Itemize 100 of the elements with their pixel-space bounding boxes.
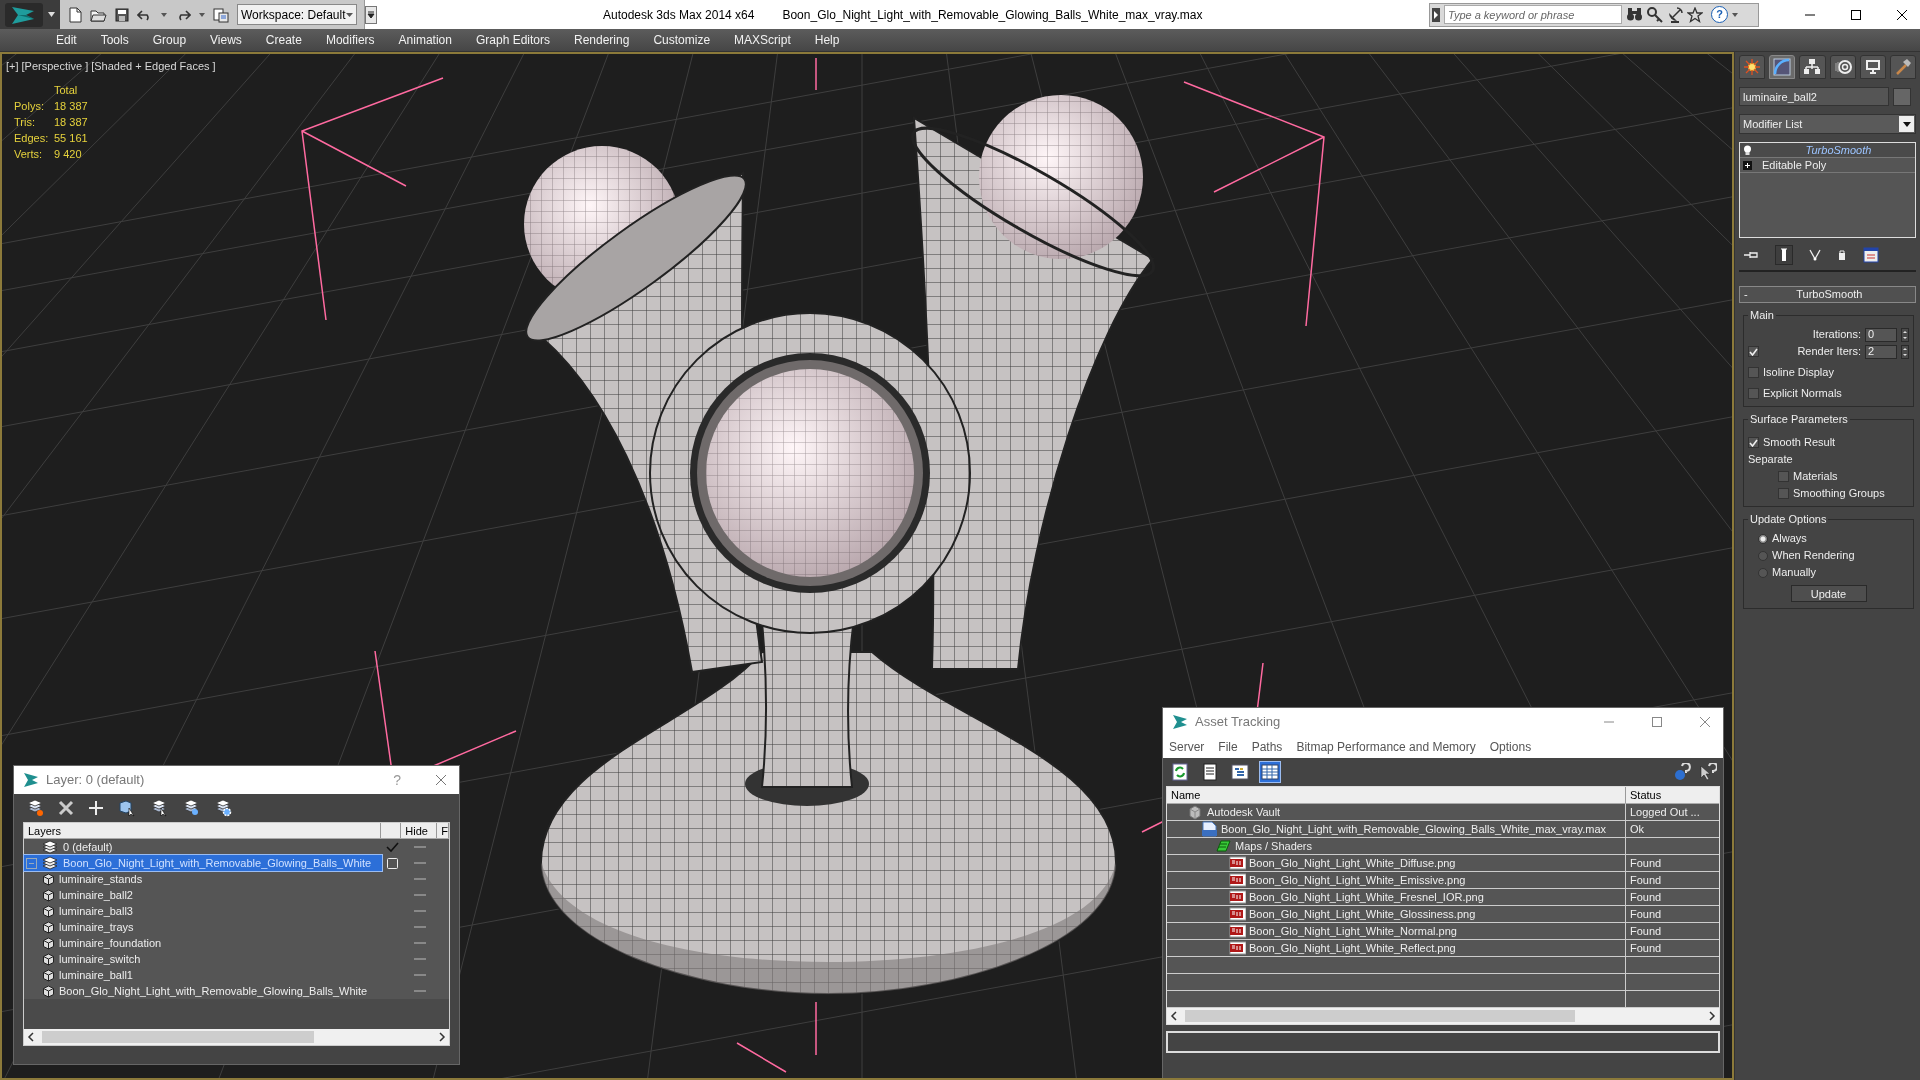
object-row[interactable]: luminaire_trays xyxy=(24,919,382,935)
checkbox[interactable] xyxy=(1778,488,1789,499)
column-header[interactable]: Hide xyxy=(401,823,438,838)
menu-item[interactable]: MAXScript xyxy=(722,31,803,49)
current-layer-box-icon[interactable] xyxy=(386,857,398,869)
checkbox[interactable] xyxy=(1748,437,1759,448)
spinner-arrows-icon[interactable] xyxy=(1901,327,1909,342)
make-unique-icon[interactable] xyxy=(1809,249,1821,261)
scroll-right-icon[interactable] xyxy=(439,1032,446,1042)
asset-name-cell[interactable]: Boon_Glo_Night_Light_White_Reflect.png xyxy=(1167,940,1626,956)
menu-item[interactable]: Animation xyxy=(386,31,464,49)
scroll-left-icon[interactable] xyxy=(27,1032,34,1042)
horizontal-scrollbar[interactable] xyxy=(1167,1008,1719,1024)
column-header[interactable]: Layers xyxy=(24,823,382,838)
update-button[interactable]: Update xyxy=(1790,585,1867,602)
modifier-stack-item[interactable]: TurboSmooth xyxy=(1740,143,1915,158)
hide-toggle-icon[interactable] xyxy=(413,876,427,882)
column-header[interactable]: Name xyxy=(1167,787,1626,803)
scrollbar-thumb[interactable] xyxy=(42,1031,314,1043)
layer-gear-icon[interactable] xyxy=(214,799,232,817)
utilities-tab[interactable] xyxy=(1889,55,1917,79)
help-button[interactable]: ? xyxy=(1711,6,1728,23)
save-icon[interactable] xyxy=(115,7,129,22)
hide-toggle-icon[interactable] xyxy=(413,924,427,930)
menu-item[interactable]: Modifiers xyxy=(313,31,387,49)
maximize-icon[interactable] xyxy=(1850,8,1862,21)
scrollbar-thumb[interactable] xyxy=(1185,1010,1575,1022)
binoculars-icon[interactable] xyxy=(1626,7,1643,22)
menu-item[interactable]: Views xyxy=(198,31,254,49)
menu-item[interactable]: Bitmap Performance and Memory xyxy=(1296,738,1476,756)
checkbox[interactable] xyxy=(1748,388,1759,399)
checkbox[interactable] xyxy=(1778,471,1789,482)
hide-toggle-icon[interactable] xyxy=(413,988,427,994)
hide-toggle-icon[interactable] xyxy=(413,844,427,850)
remove-modifier-icon[interactable] xyxy=(1837,249,1847,261)
asset-name-cell[interactable]: Boon_Glo_Night_Light_White_Diffuse.png xyxy=(1167,855,1626,871)
object-row[interactable]: Boon_Glo_Night_Light_with_Removable_Glowing_Balls_White xyxy=(24,983,382,999)
hide-toggle-icon[interactable] xyxy=(413,956,427,962)
object-row[interactable]: luminaire_switch xyxy=(24,951,382,967)
close-icon[interactable] xyxy=(1896,8,1908,21)
menu-item[interactable]: Create xyxy=(253,31,314,49)
menu-item[interactable]: Customize xyxy=(641,31,723,49)
new-file-icon[interactable] xyxy=(68,6,82,23)
scroll-right-icon[interactable] xyxy=(1709,1011,1716,1021)
object-color-swatch[interactable] xyxy=(1893,87,1911,106)
current-layer-check-icon[interactable] xyxy=(385,841,399,853)
horizontal-scrollbar[interactable] xyxy=(24,1029,449,1045)
modifier-list-dropdown[interactable]: Modifier List xyxy=(1739,114,1916,134)
hide-toggle-icon[interactable] xyxy=(413,860,427,866)
object-row[interactable]: luminaire_ball1 xyxy=(24,967,382,983)
radio-button[interactable] xyxy=(1758,567,1768,578)
column-header[interactable]: Status xyxy=(1626,787,1719,803)
star-icon[interactable] xyxy=(1687,6,1703,23)
viewport-menu-label[interactable]: [Perspective ] xyxy=(21,58,89,75)
create-layer-icon[interactable] xyxy=(26,799,44,817)
rollout-header[interactable]: - TurboSmooth xyxy=(1739,286,1916,303)
satellite-dish-icon[interactable] xyxy=(1667,6,1683,23)
help-cursor-icon[interactable] xyxy=(1699,763,1717,781)
column-header[interactable]: F xyxy=(437,823,449,838)
pin-stack-icon[interactable] xyxy=(1743,250,1759,260)
spinner-field[interactable]: 0 xyxy=(1865,327,1897,342)
key-icon[interactable] xyxy=(1647,6,1663,23)
radio-button[interactable] xyxy=(1758,533,1768,544)
add-icon[interactable] xyxy=(88,800,104,816)
checkbox[interactable] xyxy=(1748,367,1759,378)
menu-item[interactable]: Help xyxy=(802,31,852,49)
caret-icon[interactable] xyxy=(1902,121,1911,127)
object-row[interactable]: luminaire_ball3 xyxy=(24,903,382,919)
object-row[interactable]: luminaire_ball2 xyxy=(24,887,382,903)
object-name-field[interactable]: luminaire_ball2 xyxy=(1739,87,1889,106)
project-folder-icon[interactable] xyxy=(213,6,229,23)
spinner-arrows-icon[interactable] xyxy=(1901,344,1909,359)
hide-toggle-icon[interactable] xyxy=(413,892,427,898)
menu-item[interactable]: Edit xyxy=(44,31,89,49)
object-row[interactable]: luminaire_stands xyxy=(24,871,382,887)
layer-pin-icon[interactable] xyxy=(182,799,200,817)
menu-item[interactable]: Paths xyxy=(1251,738,1283,756)
layer-row[interactable]: 0 (default) xyxy=(24,839,382,855)
menu-item[interactable]: Tools xyxy=(88,31,141,49)
workspace-dropdown[interactable]: Workspace: Default xyxy=(237,4,357,25)
menu-item[interactable]: Server xyxy=(1169,738,1205,756)
checkbox[interactable] xyxy=(1748,346,1759,357)
hide-toggle-icon[interactable] xyxy=(413,908,427,914)
app-logo-icon[interactable] xyxy=(4,1,44,28)
search-field[interactable]: Type a keyword or phrase xyxy=(1444,5,1622,24)
asset-name-cell[interactable]: Maps / Shaders xyxy=(1167,838,1626,854)
menu-item[interactable]: Graph Editors xyxy=(463,31,562,49)
light-bulb-icon[interactable] xyxy=(1743,144,1752,156)
configure-sets-icon[interactable] xyxy=(1863,247,1879,263)
radio-button[interactable] xyxy=(1758,550,1768,561)
object-row[interactable]: luminaire_foundation xyxy=(24,935,382,951)
layer-cursor-icon[interactable] xyxy=(150,799,168,817)
layer-row[interactable]: Boon_Glo_Night_Light_with_Removable_Glowing_Balls_White xyxy=(24,855,382,871)
expand-arrow-icon[interactable] xyxy=(1432,7,1440,22)
asset-name-cell[interactable]: Autodesk Vault xyxy=(1167,804,1626,820)
spinner-field[interactable]: 2 xyxy=(1865,344,1897,359)
viewport-menu-label[interactable]: [Shaded + Edged Faces ] xyxy=(91,58,216,75)
hide-toggle-icon[interactable] xyxy=(413,940,427,946)
asset-name-cell[interactable]: Boon_Glo_Night_Light_with_Removable_Glowing_Balls_White_max_vray.max xyxy=(1167,821,1626,837)
viewport-menu-label[interactable]: [+] xyxy=(6,58,19,75)
